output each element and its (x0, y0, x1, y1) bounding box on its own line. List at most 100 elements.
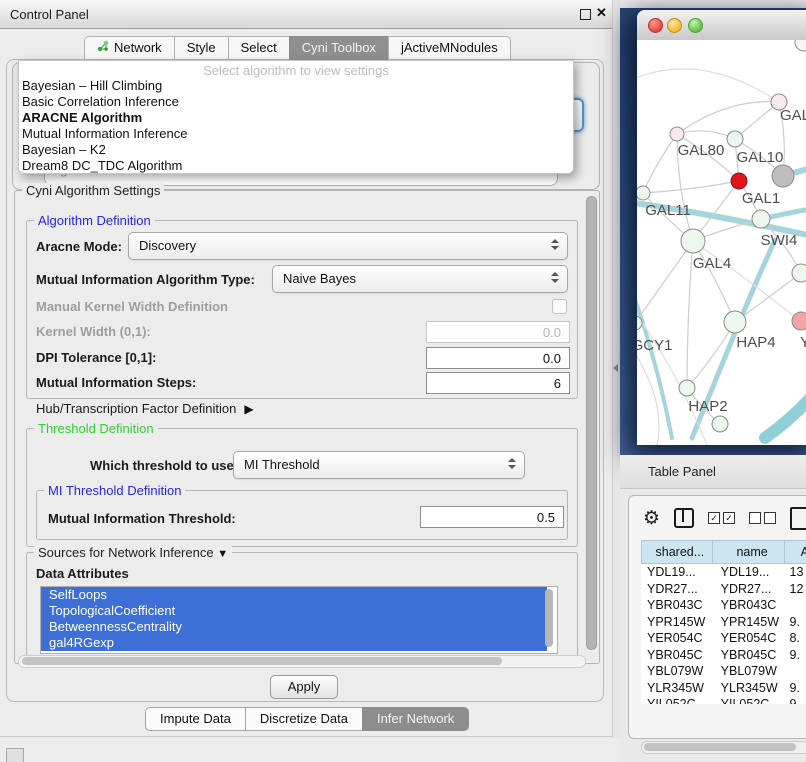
mi-threshold-label: Mutual Information Threshold: (48, 511, 236, 526)
close-traffic-light-icon[interactable] (648, 18, 663, 33)
sources-legend[interactable]: Sources for Network Inference ▼ (34, 545, 232, 560)
kernel-width-label: Kernel Width (0,1): (36, 324, 151, 339)
table-row[interactable]: YIL052CYIL052C9. (641, 696, 806, 704)
table-cell: YBL079W (641, 663, 713, 680)
algorithm-option[interactable]: ARACNE Algorithm (19, 110, 573, 126)
algorithm-dropdown-popup: Select algorithm to view settings Bayesi… (18, 60, 574, 174)
export-table-icon[interactable] (790, 507, 806, 530)
table-row[interactable]: YBL079WYBL079W (641, 663, 806, 680)
network-canvas[interactable]: GAL80GAL10GALGAL1GAL11SWI4GAL4GCY1HAP4YH… (637, 40, 806, 445)
which-threshold-combo[interactable]: MI Threshold (233, 451, 525, 479)
stepper-arrows-icon (551, 272, 559, 283)
settings-scrollbar-thumb[interactable] (586, 196, 597, 650)
apply-button[interactable]: Apply (270, 675, 338, 699)
data-attributes-label: Data Attributes (36, 566, 129, 581)
close-icon[interactable]: ✕ (596, 5, 607, 21)
table-horizontal-scrollbar-thumb[interactable] (644, 743, 796, 751)
sources-title: Sources for Network Inference (38, 545, 214, 560)
dpi-tolerance-field[interactable] (426, 347, 570, 369)
network-edge (735, 102, 779, 139)
table-panel-title: Table Panel (648, 464, 716, 479)
network-window-titlebar[interactable] (637, 10, 806, 41)
collapse-arrow-icon: ▼ (217, 548, 228, 560)
table-row[interactable]: YDL19...YDL19...13 (641, 564, 806, 581)
which-threshold-label: Which threshold to use: (90, 458, 238, 473)
node-table: shared...nameA YDL19...YDL19...13YDR27..… (641, 540, 806, 704)
network-node-gal80[interactable] (670, 127, 684, 141)
hub-definition-expander[interactable]: Hub/Transcription Factor Definition▶ (36, 401, 254, 416)
network-graph: GAL80GAL10GALGAL1GAL11SWI4GAL4GCY1HAP4YH… (637, 40, 806, 445)
minimized-panel-icon[interactable] (6, 748, 24, 762)
tab-label: Cyni Toolbox (302, 37, 376, 59)
mi-threshold-field[interactable] (420, 506, 564, 528)
tab-cyni-toolbox[interactable]: Cyni Toolbox (289, 36, 388, 60)
column-header[interactable]: name (713, 540, 785, 564)
column-header[interactable]: A (785, 540, 806, 564)
table-cell: 12 (785, 581, 806, 598)
table-row[interactable]: YDR27...YDR27...12 (641, 581, 806, 598)
select-all-icon[interactable]: ✓✓ (708, 512, 735, 524)
gear-icon[interactable]: ⚙ (643, 507, 660, 529)
manual-kernel-checkbox[interactable] (552, 299, 567, 314)
table-cell: 9. (785, 614, 806, 631)
data-attribute-item[interactable]: TopologicalCoefficient (41, 603, 547, 619)
tab-select[interactable]: Select (228, 36, 289, 60)
table-row[interactable]: YBR045CYBR045C9. (641, 647, 806, 664)
control-panel: Control Panel ✕ NetworkStyleSelectCyni T… (0, 0, 612, 737)
data-attribute-item[interactable]: SelfLoops (41, 587, 547, 603)
minimize-traffic-light-icon[interactable] (667, 18, 682, 33)
tab-jactivemnodules[interactable]: jActiveMNodules (388, 36, 511, 60)
network-node-gal1[interactable] (731, 173, 747, 189)
network-node[interactable] (712, 416, 728, 432)
tab-style[interactable]: Style (174, 36, 228, 60)
column-selector-icon[interactable] (674, 508, 694, 528)
attributes-list-scrollbar[interactable] (545, 589, 553, 647)
algorithm-definition-legend: Algorithm Definition (34, 213, 155, 228)
network-view-window[interactable]: GAL80GAL10GALGAL1GAL11SWI4GAL4GCY1HAP4YH… (637, 10, 806, 445)
table-cell: 8. (785, 630, 806, 647)
table-cell: YBR045C (641, 647, 713, 664)
kernel-width-field[interactable] (426, 321, 570, 343)
network-node-y[interactable] (792, 312, 806, 330)
table-cell (785, 663, 806, 680)
algorithm-option[interactable]: Basic Correlation Inference (19, 94, 573, 110)
table-row[interactable]: YPR145WYPR145W9. (641, 614, 806, 631)
column-header[interactable]: shared... (641, 540, 713, 564)
algorithm-option[interactable]: Dream8 DC_TDC Algorithm (19, 158, 573, 174)
tab-network[interactable]: Network (84, 36, 174, 60)
mi-type-label: Mutual Information Algorithm Type: (36, 272, 255, 287)
splitter-arrow-icon[interactable] (613, 364, 618, 372)
algorithm-option[interactable]: Mutual Information Inference (19, 126, 573, 142)
network-node-hap2[interactable] (679, 380, 695, 396)
network-node-gal10[interactable] (727, 131, 743, 147)
network-node-gal11[interactable] (637, 186, 650, 200)
bottom-tab-infer-network[interactable]: Infer Network (362, 707, 469, 731)
mi-type-combo[interactable]: Naive Bayes (272, 265, 568, 293)
bottom-tab-discretize-data[interactable]: Discretize Data (245, 707, 362, 731)
network-edge (637, 241, 693, 323)
table-row[interactable]: YBR043CYBR043C (641, 597, 806, 614)
network-node-label: HAP2 (688, 398, 727, 415)
network-node-label: GAL80 (678, 142, 725, 159)
mi-steps-field[interactable] (426, 372, 570, 394)
deselect-all-icon[interactable] (749, 512, 776, 524)
data-attribute-item[interactable]: BetweennessCentrality (41, 619, 547, 635)
table-row[interactable]: YLR345WYLR345W9. (641, 680, 806, 697)
table-cell: YDR27... (641, 581, 713, 598)
network-node[interactable] (772, 165, 794, 187)
bottom-tab-impute-data[interactable]: Impute Data (145, 707, 245, 731)
zoom-traffic-light-icon[interactable] (688, 18, 703, 33)
network-node-hap4[interactable] (724, 311, 746, 333)
table-row[interactable]: YER054CYER054C8. (641, 630, 806, 647)
network-edge (693, 241, 735, 322)
network-node-swi4[interactable] (752, 210, 770, 228)
data-attribute-item[interactable]: gal4RGexp (41, 635, 547, 651)
network-node-gal4[interactable] (681, 229, 705, 253)
aracne-mode-combo[interactable]: Discovery (128, 232, 568, 260)
algorithm-option[interactable]: Bayesian – Hill Climbing (19, 78, 573, 94)
algorithm-option[interactable]: Bayesian – K2 (19, 142, 573, 158)
float-window-icon[interactable] (580, 9, 591, 20)
attributes-horizontal-scrollbar-thumb[interactable] (22, 657, 502, 665)
network-node[interactable] (795, 40, 806, 51)
network-node[interactable] (792, 264, 806, 282)
